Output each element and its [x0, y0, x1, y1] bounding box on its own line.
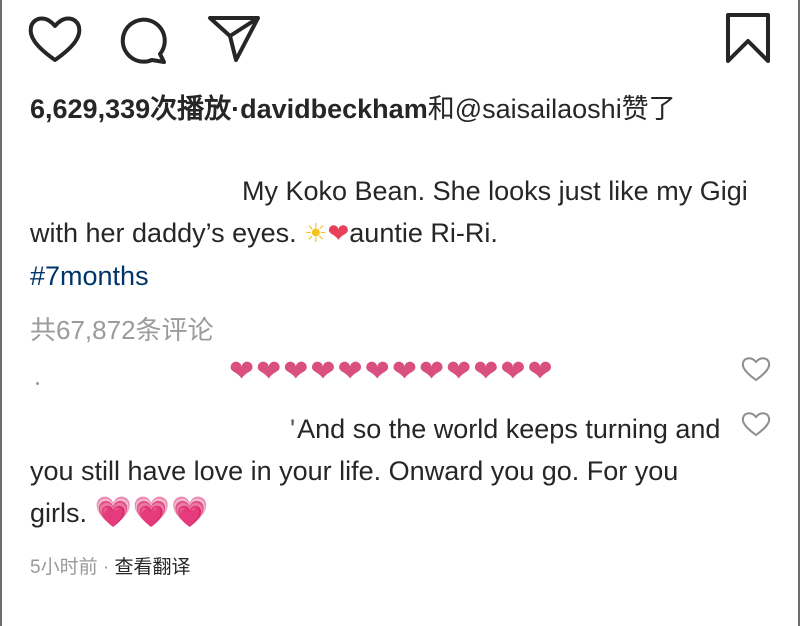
share-button[interactable] [206, 14, 262, 64]
comment-hearts: ❤❤❤❤❤❤❤❤❤❤❤❤ [229, 354, 555, 389]
timestamp: 5小时前 [30, 557, 98, 578]
engagement-line: 6,629,339次播放·davidbeckham和@saisailaoshi赞… [30, 92, 770, 126]
comment-item: 'And so the world keeps turning and you … [30, 408, 730, 534]
sun-emoji: ☀ [304, 219, 328, 249]
liked-by-other[interactable]: @saisailaoshi赞了 [455, 94, 676, 124]
liked-by-username[interactable]: davidbeckham [240, 94, 428, 124]
bookmark-icon [726, 13, 770, 63]
separator-dot: · [231, 94, 241, 124]
post-meta: 5小时前 · 查看翻译 [30, 552, 190, 579]
see-translation-link[interactable]: 查看翻译 [114, 557, 190, 578]
view-all-comments-link[interactable]: 共67,872条评论 [30, 310, 214, 347]
redacted-mark [36, 382, 39, 385]
like-button[interactable] [27, 14, 83, 64]
comment-button[interactable] [118, 14, 170, 66]
speech-bubble-icon [120, 17, 167, 64]
meta-separator: · [102, 557, 110, 578]
left-border [0, 0, 2, 626]
tick-mark: ' [290, 414, 296, 444]
post-caption: My Koko Bean. She looks just like my Gig… [30, 170, 770, 297]
liked-by-conjunction: 和 [427, 94, 455, 124]
hashtag-link[interactable]: #7months [30, 261, 149, 291]
sparkling-hearts-emoji: 💗💗💗 [94, 495, 210, 530]
action-bar [0, 0, 800, 80]
heart-outline-icon [28, 16, 82, 62]
comment-like-button[interactable] [741, 356, 771, 387]
paper-plane-icon [208, 16, 260, 62]
save-button[interactable] [724, 11, 772, 65]
heart-emoji: ❤ [327, 219, 350, 249]
view-count: 6,629,339次播放 [30, 94, 232, 124]
caption-tail: auntie Ri-Ri. [349, 218, 498, 248]
heart-outline-icon [741, 412, 771, 437]
heart-outline-icon [741, 357, 771, 382]
comment-like-button[interactable] [741, 411, 771, 442]
